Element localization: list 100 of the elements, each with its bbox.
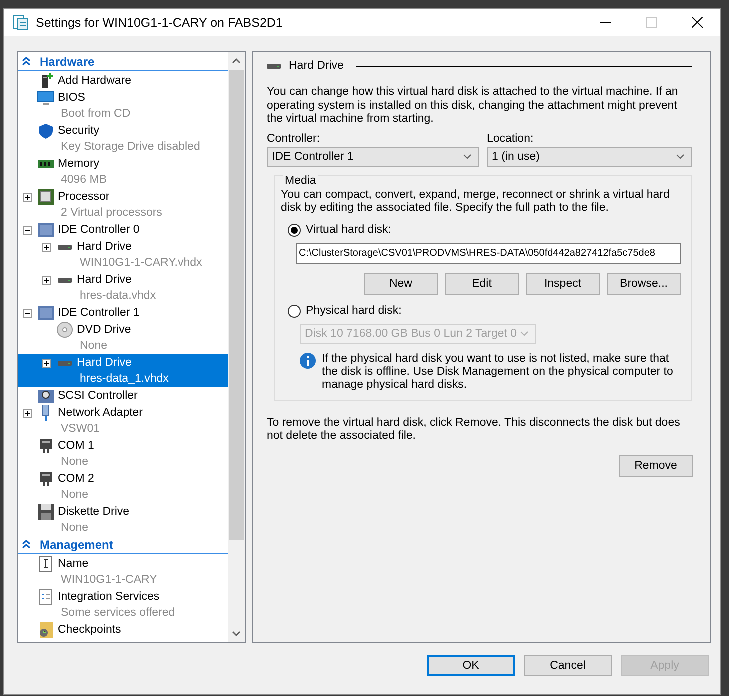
tree-item[interactable]: DVD Drive None: [18, 321, 228, 354]
field-label: Location:: [487, 132, 535, 144]
maximize-icon: [646, 17, 656, 28]
drive-icon: [58, 361, 72, 366]
collapse-icon[interactable]: [23, 309, 32, 318]
item-label: BIOS: [58, 91, 86, 106]
expand-icon[interactable]: [42, 243, 51, 252]
item-detail: None: [60, 488, 90, 503]
path-field[interactable]: C:\ClusterStorage\CSV01\PRODVMS\HRES-DATA\050fd442a827412fa5c75de8: [296, 242, 681, 264]
item-label: SCSI Controller: [58, 389, 139, 404]
action-button[interactable]: New: [364, 272, 438, 294]
item-label: Diskette Drive: [58, 505, 131, 520]
controller-card-icon: [37, 388, 55, 404]
tree-item[interactable]: Processor 2 Virtual processors: [18, 188, 228, 221]
remove-button[interactable]: Remove: [619, 454, 693, 476]
collapse-icon[interactable]: [23, 226, 32, 235]
description-text: To remove the virtual hard disk, click Remove. This disconnects the disk but does not delete the associated file.: [267, 416, 682, 444]
tree-item[interactable]: IDE Controller 1: [18, 304, 228, 321]
item-detail: hres-data_1.vhdx: [79, 372, 170, 387]
tree-item[interactable]: BIOS Boot from CD: [18, 89, 228, 122]
item-detail: Some services offered: [60, 606, 176, 621]
action-button[interactable]: Edit: [445, 272, 519, 294]
item-detail: Key Storage Drive disabled: [60, 140, 202, 155]
tree-item[interactable]: SCSI Controller: [18, 387, 228, 404]
drive-icon: [267, 62, 281, 70]
folder-clock-icon: [37, 622, 55, 638]
radio-label[interactable]: Virtual hard disk:: [306, 224, 392, 236]
expand-icon[interactable]: [42, 359, 51, 368]
item-label: Checkpoints: [58, 623, 122, 638]
controller-card-icon: [37, 222, 55, 238]
double-chevron-up-icon: [22, 57, 31, 66]
item-label: Integration Services: [58, 590, 161, 605]
section-header[interactable]: Hardware: [18, 53, 228, 71]
drive-icon: [58, 278, 72, 283]
info-text: If the physical hard disk you want to use is not listed, make sure that the disk is offline. Use Disk Management on the physical computer to manage physical hard disks.: [322, 352, 674, 392]
tree-item[interactable]: Diskette Drive None: [18, 503, 228, 536]
item-detail: 4096 MB: [60, 173, 108, 188]
tree-item[interactable]: Name WIN10G1-1-CARY: [18, 555, 228, 588]
scroll-up-icon[interactable]: [232, 58, 241, 64]
description-text: You can change how this virtual hard disk is attached to the virtual machine. If an operating system is installed on this disk, changing the attachment might prevent the virtual machine from starting.: [267, 86, 680, 126]
serial-port-icon: [37, 471, 55, 487]
item-label: Hard Drive: [77, 356, 133, 371]
group-title: Media: [283, 174, 318, 186]
item-detail: WIN10G1-1-CARY: [60, 573, 158, 588]
item-detail: Boot from CD: [60, 107, 132, 122]
scroll-down-icon[interactable]: [232, 630, 241, 636]
field-label: Controller:: [267, 132, 322, 144]
section-title: Hardware: [40, 54, 95, 68]
expand-icon[interactable]: [23, 193, 32, 202]
item-detail: None: [60, 521, 90, 536]
tree-item[interactable]: Integration Services Some services offered: [18, 588, 228, 621]
tree-item[interactable]: COM 2 None: [18, 470, 228, 503]
close-icon: [692, 17, 702, 28]
item-detail: WIN10G1-1-CARY.vhdx: [79, 256, 204, 271]
tree-item[interactable]: Hard Drive hres-data_1.vhdx: [18, 354, 228, 387]
item-detail: None: [60, 455, 90, 470]
tree-item[interactable]: COM 1 None: [18, 437, 228, 470]
item-label: Name: [58, 557, 90, 572]
tree-item[interactable]: Hard Drive WIN10G1-1-CARY.vhdx: [18, 238, 228, 271]
section-title: Hard Drive: [289, 60, 344, 72]
info-icon: [300, 352, 316, 368]
radio-label[interactable]: Physical hard disk:: [306, 305, 402, 317]
tree-item[interactable]: Hard Drive hres-data.vhdx: [18, 271, 228, 304]
dialog-button[interactable]: OK: [427, 655, 515, 676]
tree-item[interactable]: Network Adapter VSW01: [18, 404, 228, 437]
tree-item[interactable]: Add Hardware: [18, 72, 228, 89]
disc-icon: [56, 322, 74, 338]
serial-port-icon: [37, 438, 55, 454]
item-detail: hres-data.vhdx: [79, 289, 158, 304]
checklist-icon: [37, 589, 55, 605]
item-label: Add Hardware: [58, 74, 133, 89]
tree-item[interactable]: Checkpoints: [18, 621, 228, 638]
location-dropdown[interactable]: 1 (in use): [487, 146, 692, 166]
expand-icon[interactable]: [23, 409, 32, 418]
item-label: COM 2: [58, 472, 96, 487]
tree-item[interactable]: Security Key Storage Drive disabled: [18, 122, 228, 155]
expand-icon[interactable]: [42, 276, 51, 285]
controller-card-icon: [37, 305, 55, 321]
text-cursor-icon: [37, 556, 55, 572]
caret-icon: [520, 330, 529, 336]
item-label: Security: [58, 124, 101, 139]
tree-item[interactable]: Memory 4096 MB: [18, 155, 228, 188]
description-text: You can compact, convert, expand, merge, reconnect or shrink a virtual hard disk by editing the associated file. Specify the full path to the file.: [281, 188, 671, 216]
action-button[interactable]: Inspect: [526, 272, 600, 294]
monitor-icon: [37, 90, 55, 106]
item-label: COM 1: [58, 439, 96, 454]
item-detail: VSW01: [60, 422, 101, 437]
radio-button[interactable]: [288, 304, 301, 318]
caret-icon: [463, 154, 472, 160]
scrollbar[interactable]: [228, 52, 245, 642]
drive-icon: [58, 245, 72, 250]
controller-dropdown[interactable]: IDE Controller 1: [267, 146, 479, 166]
processor-icon: [37, 189, 55, 205]
item-label: IDE Controller 0: [58, 223, 141, 238]
action-button[interactable]: Browse...: [607, 272, 681, 294]
tree-item[interactable]: IDE Controller 0: [18, 221, 228, 238]
section-header[interactable]: Management: [18, 536, 228, 554]
item-label: Memory: [58, 157, 101, 172]
radio-button[interactable]: [288, 224, 301, 236]
dialog-button[interactable]: Cancel: [524, 655, 612, 676]
